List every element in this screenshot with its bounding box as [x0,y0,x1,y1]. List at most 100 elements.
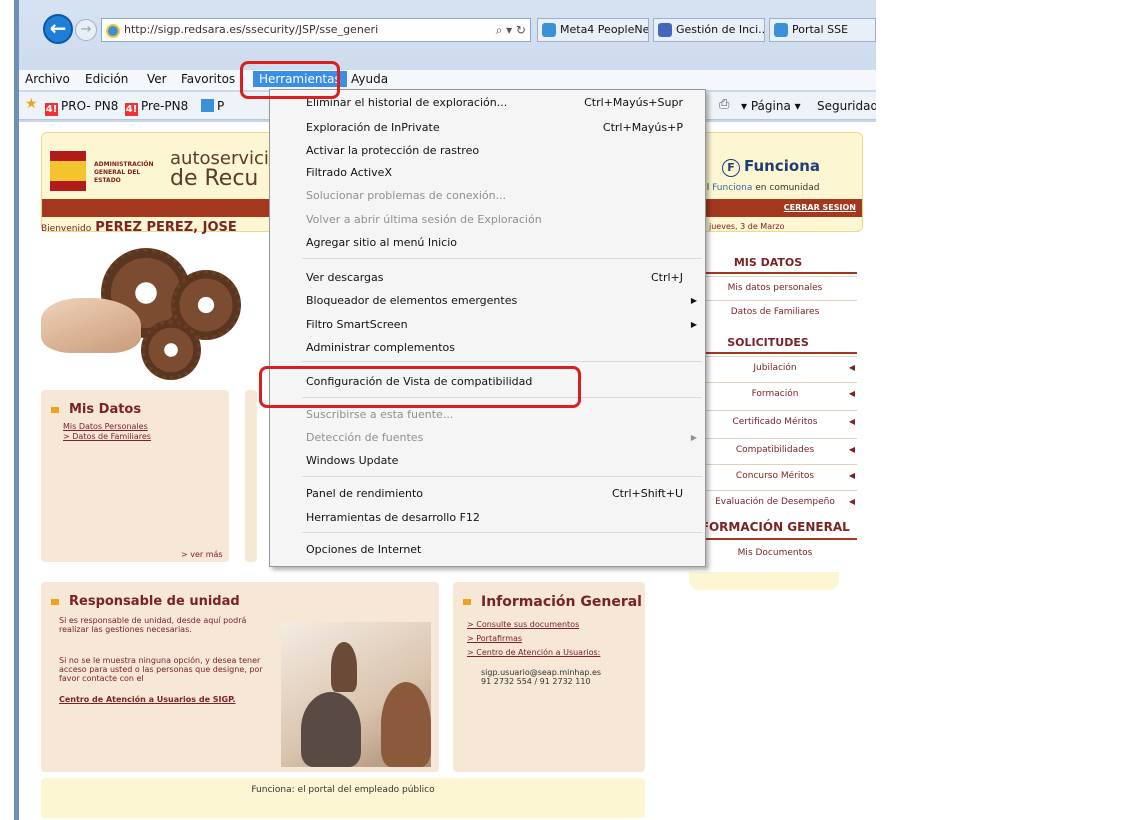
menu-item-bloqueador[interactable]: Bloqueador de elementos emergentes ▶ [272,290,703,312]
menu-item-shortcut: Ctrl+Mayús+P [602,121,683,134]
menu-item-label: Bloqueador de elementos emergentes [306,294,518,307]
menu-item-label: Opciones de Internet [306,543,422,556]
responsable-title: Responsable de unidad [51,594,240,609]
menu-item-ver-descargas[interactable]: Ver descargas Ctrl+J [272,267,703,289]
fav-pro-pn8[interactable]: 4! PRO- PN8 [45,99,118,116]
menu-ayuda[interactable]: Ayuda [351,72,388,86]
menu-item-filtrado-activex[interactable]: Filtrado ActiveX [272,162,703,184]
menu-item-eliminar-historial[interactable]: Eliminar el historial de exploración... C… [272,92,703,114]
menu-item-label: Solucionar problemas de conexión... [306,189,507,202]
logout-link[interactable]: CERRAR SESION [784,203,856,212]
contact-phone: 91 2732 554 / 91 2732 110 [481,677,591,686]
menu-item-opciones-internet[interactable]: Opciones de Internet [272,539,703,561]
sidebar-item-compatibilidades[interactable]: Compatibilidades ◀ [693,438,857,462]
browser-window: ← → http://sigp.redsara.es/ssecurity/JSP… [14,0,876,820]
funciona-icon: F [722,159,740,177]
sidebar-item-label: Concurso Méritos [735,471,815,481]
tab-meta4[interactable]: Meta4 PeopleNet [537,18,649,42]
info-title: Información General [463,594,642,610]
sidebar-footer [689,572,839,590]
user-name: PEREZ PEREZ, JOSE [95,220,237,235]
bullet-icon [463,599,471,605]
link-documentos[interactable]: > Consulte sus documentos [467,618,600,632]
forward-icon[interactable]: → [75,19,97,41]
sidebar-item-label: Formación [751,389,799,399]
menu-herramientas[interactable]: Herramientas [253,71,347,87]
bullet-icon [51,406,59,413]
menu-item-inprivate[interactable]: Exploración de InPrivate Ctrl+Mayús+P [272,117,703,139]
address-bar[interactable]: http://sigp.redsara.es/ssecurity/JSP/sse… [101,18,531,42]
funciona-logo: F Funciona [722,157,820,177]
chevron-left-icon: ◀ [848,363,855,372]
funciona-label: Funciona [744,157,820,175]
menu-item-volver-abrir: Volver a abrir última sesión de Explorac… [272,209,703,231]
menu-favoritos[interactable]: Favoritos [181,72,235,86]
contact-info: sigp.usuario@seap.minhap.es 91 2732 554 … [481,668,601,686]
link-mis-datos-personales[interactable]: Mis Datos Personales [63,422,148,431]
address-tools[interactable]: ⌕ ▾ ↻ [496,19,526,41]
fav-p[interactable]: P [201,99,224,113]
spain-flag-icon [50,151,86,191]
link-centro-atencion[interactable]: > Centro de Atención a Usuarios: [467,646,600,660]
chevron-left-icon: ◀ [848,445,855,454]
footer: Funciona: el portal del empleado público [41,778,645,818]
sidebar-item-evaluacion[interactable]: Evaluación de Desempeño ◀ [693,490,857,514]
divider [693,272,857,274]
tab-portal[interactable]: Portal SSE [769,18,876,42]
submenu-arrow-icon: ▶ [690,433,697,442]
panel-2 [245,390,257,562]
favorites-star-icon[interactable]: ★ [25,96,38,112]
tagline-link[interactable]: Funciona [712,183,752,193]
menu-item-proteccion-rastreo[interactable]: Activar la protección de rastreo [272,140,703,162]
link-datos-familiares[interactable]: > Datos de Familiares [63,432,151,441]
divider [693,538,857,540]
menu-separator [302,397,702,398]
fav-label: Pre-PN8 [141,99,189,113]
menu-item-windows-update[interactable]: Windows Update [272,450,703,472]
back-icon[interactable]: ← [43,14,73,44]
menu-item-agregar-sitio[interactable]: Agregar sitio al menú Inicio [272,232,703,254]
sidebar-item-formacion[interactable]: Formación ◀ [693,382,857,406]
address-text: http://sigp.redsara.es/ssecurity/JSP/sse… [124,23,379,36]
sidebar-item-certificado[interactable]: Certificado Méritos ◀ [693,410,857,434]
page-menu[interactable]: ▾ Página ▾ [741,99,801,113]
sidebar-item-datos-familiares[interactable]: Datos de Familiares [693,300,857,324]
info-title-text: Información General [481,594,642,610]
sidebar-item-mis-datos-personales[interactable]: Mis datos personales [693,276,857,300]
submenu-arrow-icon: ▶ [690,296,697,305]
menu-item-panel-rendimiento[interactable]: Panel de rendimiento Ctrl+Shift+U [272,483,703,505]
menu-archivo[interactable]: Archivo [25,72,70,86]
menu-item-smartscreen[interactable]: Filtro SmartScreen ▶ [272,314,703,336]
sidebar-item-label: Evaluación de Desempeño [715,497,835,507]
menu-separator [302,361,702,362]
current-date: jueves, 3 de Marzo [709,222,785,231]
printer-icon[interactable]: ⎙ [719,97,729,112]
menu-item-label: Activar la protección de rastreo [306,144,480,157]
sidebar-item-jubilacion[interactable]: Jubilación ◀ [693,356,857,380]
sidebar-item-concurso[interactable]: Concurso Méritos ◀ [693,464,857,488]
link-portafirmas[interactable]: > Portafirmas [467,632,600,646]
bullet-icon [51,598,59,605]
fav-pre-pn8[interactable]: 4! Pre-PN8 [125,99,188,116]
header-tagline: onal Funciona en comunidad [690,183,819,193]
sidebar-item-label: Certificado Méritos [732,417,818,427]
info-general-panel: Información General > Consulte sus docum… [453,582,645,772]
sidebar-item-mis-documentos[interactable]: Mis Documentos [693,542,857,566]
admin-logo: ADMINISTRACIÓN GENERAL DEL ESTADO [94,161,154,184]
menu-item-herramientas-desarrollo[interactable]: Herramientas de desarrollo F12 [272,507,703,529]
menu-item-label: Exploración de InPrivate [306,121,440,134]
menu-item-label: Volver a abrir última sesión de Explorac… [306,213,542,226]
menu-ver[interactable]: Ver [147,72,167,86]
ver-mas-link[interactable]: > ver más [181,550,223,559]
tab-label: Meta4 PeopleNet [560,23,649,36]
app-icon [658,23,672,37]
menu-item-label: Windows Update [306,454,399,467]
menu-edicion[interactable]: Edición [85,72,128,86]
tab-gestion[interactable]: Gestión de Inci... [653,18,765,42]
security-menu[interactable]: Seguridad [817,99,876,113]
welcome-label: Bienvenido [41,224,92,234]
centro-atencion-link[interactable]: Centro de Atención a Usuarios de SIGP. [59,695,269,704]
ie-icon [774,23,788,37]
menu-item-complementos[interactable]: Administrar complementos [272,337,703,359]
menu-item-vista-compatibilidad[interactable]: Configuración de Vista de compatibilidad [272,371,703,393]
